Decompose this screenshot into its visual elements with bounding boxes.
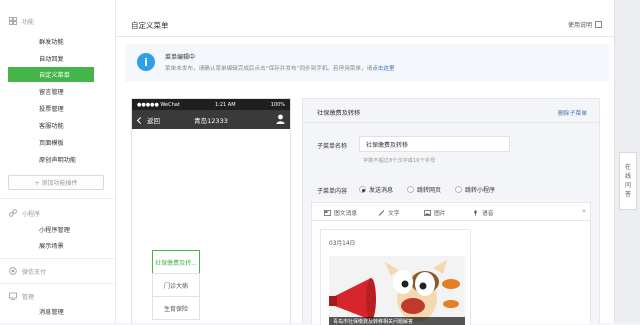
sidebar-section-wechat-pay[interactable]: 微信支付 bbox=[0, 262, 116, 280]
tab-text[interactable]: 文字 bbox=[378, 208, 400, 217]
radio-dot bbox=[455, 186, 463, 193]
radio-send-message[interactable]: 发送消息 bbox=[359, 185, 393, 194]
notice-title: 菜单编辑中 bbox=[165, 54, 196, 61]
battery: 100% bbox=[270, 101, 285, 108]
sidebar-item-message-manage[interactable]: 消息管理 bbox=[0, 304, 116, 319]
microphone-icon bbox=[474, 209, 477, 216]
page-title: 自定义菜单 bbox=[131, 21, 169, 30]
app-frame: 功能 群发功能 自动回复 自定义菜单 留言管理 投票管理 客服功能 页面模板 原… bbox=[0, 0, 640, 325]
cow-megaphone-illustration bbox=[329, 256, 465, 325]
radio-label: 发送消息 bbox=[369, 187, 394, 194]
sidebar-section-feature: 功能 bbox=[0, 12, 116, 30]
content-type-radio-group: 发送消息 跳转网页 跳转小程序 bbox=[359, 185, 495, 194]
back-button[interactable]: 返回 bbox=[136, 115, 160, 125]
sidebar-item-page-template[interactable]: 页面模板 bbox=[0, 135, 116, 150]
help-link[interactable]: 使用说明 bbox=[568, 20, 602, 29]
sidebar-item-original-declaration[interactable]: 原创声明功能 bbox=[0, 152, 116, 167]
radio-jump-mini-program[interactable]: 跳转小程序 bbox=[455, 185, 495, 194]
qa-char: 线 bbox=[624, 173, 631, 180]
sidebar-item-auto-reply[interactable]: 自动回复 bbox=[0, 51, 116, 66]
name-hint: 字数不超过8个汉字或16个字母 bbox=[363, 158, 436, 164]
sidebar-divider bbox=[0, 258, 116, 259]
config-menu-name: 社保缴费及转移 bbox=[317, 110, 361, 117]
tab-news[interactable]: 图文消息 bbox=[324, 208, 357, 217]
click-here-link[interactable]: 点击这里 bbox=[372, 66, 394, 72]
sidebar-item-vote[interactable]: 投票管理 bbox=[0, 101, 116, 116]
cover-image: 青岛市社保缴费及转移相关问题解答 bbox=[329, 256, 465, 325]
sidebar-section-label: 功能 bbox=[22, 18, 35, 26]
submenu-item[interactable]: 生育保险 bbox=[152, 296, 200, 320]
message-editor: 图文消息 文字 图片 语音 » 03月14日 青岛市社保缴费及转移相关问题解答 bbox=[311, 202, 591, 325]
image-icon bbox=[424, 209, 431, 216]
sidebar-item-mass-send[interactable]: 群发功能 bbox=[0, 34, 116, 49]
tab-label: 图文消息 bbox=[334, 211, 358, 217]
tab-voice[interactable]: 语音 bbox=[472, 208, 494, 217]
back-label: 返回 bbox=[147, 117, 160, 125]
sidebar-section-manage: 管理 bbox=[0, 287, 116, 305]
phone-title-bar: 青岛12333 返回 bbox=[132, 110, 290, 129]
delete-submenu-link[interactable]: 删除子菜单 bbox=[558, 108, 587, 117]
radio-label: 跳转小程序 bbox=[465, 187, 496, 194]
online-qa-tab[interactable]: 在 线 问 答 bbox=[619, 152, 637, 210]
radio-dot bbox=[407, 186, 415, 193]
notice-text: 菜单未发布，请确认菜单编辑完成后点击“保存并发布”同步到手机。若停用菜单，请点击… bbox=[165, 64, 395, 72]
config-header: 社保缴费及转移 删除子菜单 bbox=[303, 99, 599, 123]
sidebar-item-custom-menu[interactable]: 自定义菜单 bbox=[8, 67, 94, 82]
submenu-item[interactable]: 门诊大病 bbox=[152, 273, 200, 297]
title-divider bbox=[117, 36, 614, 37]
tab-image[interactable]: 图片 bbox=[424, 208, 446, 217]
qa-char: 问 bbox=[624, 182, 631, 189]
manage-icon bbox=[9, 292, 17, 300]
sidebar-divider bbox=[0, 198, 116, 199]
card-date: 03月14日 bbox=[329, 241, 356, 247]
news-card[interactable]: 03月14日 青岛市社保缴费及转移相关问题解答 bbox=[320, 229, 471, 325]
sidebar-section-label: 微信支付 bbox=[22, 268, 47, 276]
qa-char: 在 bbox=[624, 164, 631, 171]
qa-char: 答 bbox=[624, 191, 631, 198]
radio-jump-webpage[interactable]: 跳转网页 bbox=[407, 185, 441, 194]
pencil-icon bbox=[378, 209, 385, 216]
name-label: 子菜单名称 bbox=[317, 143, 348, 150]
content-label: 子菜单内容 bbox=[317, 188, 348, 195]
help-label: 使用说明 bbox=[567, 22, 592, 29]
submenu-config-panel: 社保缴费及转移 删除子菜单 子菜单名称 社保缴费及转移 字数不超过8个汉字或16… bbox=[302, 98, 600, 325]
chevron-left-icon bbox=[136, 116, 145, 124]
sidebar-item-customer-service[interactable]: 客服功能 bbox=[0, 118, 116, 133]
submenu-name-input[interactable]: 社保缴费及转移 bbox=[359, 136, 510, 152]
phone-preview: ●●●●● WeChat 1:21 AM 100% 青岛12333 返回 社保缴… bbox=[131, 98, 291, 323]
news-icon bbox=[324, 209, 331, 216]
feature-icon bbox=[9, 17, 17, 25]
sidebar-section-label: 小程序 bbox=[22, 210, 41, 218]
wechat-pay-icon bbox=[9, 267, 17, 275]
tab-label: 图片 bbox=[434, 211, 446, 217]
radio-label: 跳转网页 bbox=[417, 187, 442, 194]
mini-program-icon bbox=[9, 209, 17, 217]
add-plugin-button[interactable]: + 添加功能插件 bbox=[8, 175, 104, 190]
more-arrow-icon[interactable]: » bbox=[582, 207, 586, 215]
right-edge-strip: 在 线 问 答 bbox=[614, 0, 640, 323]
edit-notice: i 菜单编辑中 菜单未发布，请确认菜单编辑完成后点击“保存并发布”同步到手机。若… bbox=[125, 44, 609, 82]
sidebar-section-mini-program: 小程序 bbox=[0, 204, 116, 222]
sidebar-item-mini-program-manage[interactable]: 小程序管理 bbox=[0, 222, 116, 237]
clock: 1:21 AM bbox=[214, 101, 236, 108]
sidebar-item-display-scene[interactable]: 展示场景 bbox=[0, 238, 116, 253]
radio-dot bbox=[359, 186, 366, 193]
sidebar: 功能 群发功能 自动回复 自定义菜单 留言管理 投票管理 客服功能 页面模板 原… bbox=[0, 0, 116, 323]
main-content: 自定义菜单 使用说明 i 菜单编辑中 菜单未发布，请确认菜单编辑完成后点击“保存… bbox=[117, 0, 614, 325]
sidebar-section-label: 管理 bbox=[22, 293, 35, 301]
carrier: ●●●●● WeChat bbox=[137, 101, 180, 108]
sidebar-item-comments[interactable]: 留言管理 bbox=[0, 84, 116, 99]
tab-label: 语音 bbox=[482, 211, 494, 217]
info-icon: i bbox=[137, 53, 155, 71]
user-icon[interactable] bbox=[276, 114, 285, 124]
cover-caption: 青岛市社保缴费及转移相关问题解答 bbox=[329, 317, 465, 325]
sidebar-divider bbox=[0, 283, 116, 284]
document-icon bbox=[595, 21, 602, 28]
phone-status-bar: ●●●●● WeChat 1:21 AM 100% bbox=[132, 99, 290, 110]
submenu-item-selected[interactable]: 社保缴费及转... bbox=[152, 250, 200, 274]
notice-body: 菜单未发布，请确认菜单编辑完成后点击“保存并发布”同步到手机。若停用菜单，请 bbox=[165, 66, 373, 72]
editor-tabs: 图文消息 文字 图片 语音 » bbox=[312, 203, 590, 221]
tab-label: 文字 bbox=[388, 211, 400, 217]
